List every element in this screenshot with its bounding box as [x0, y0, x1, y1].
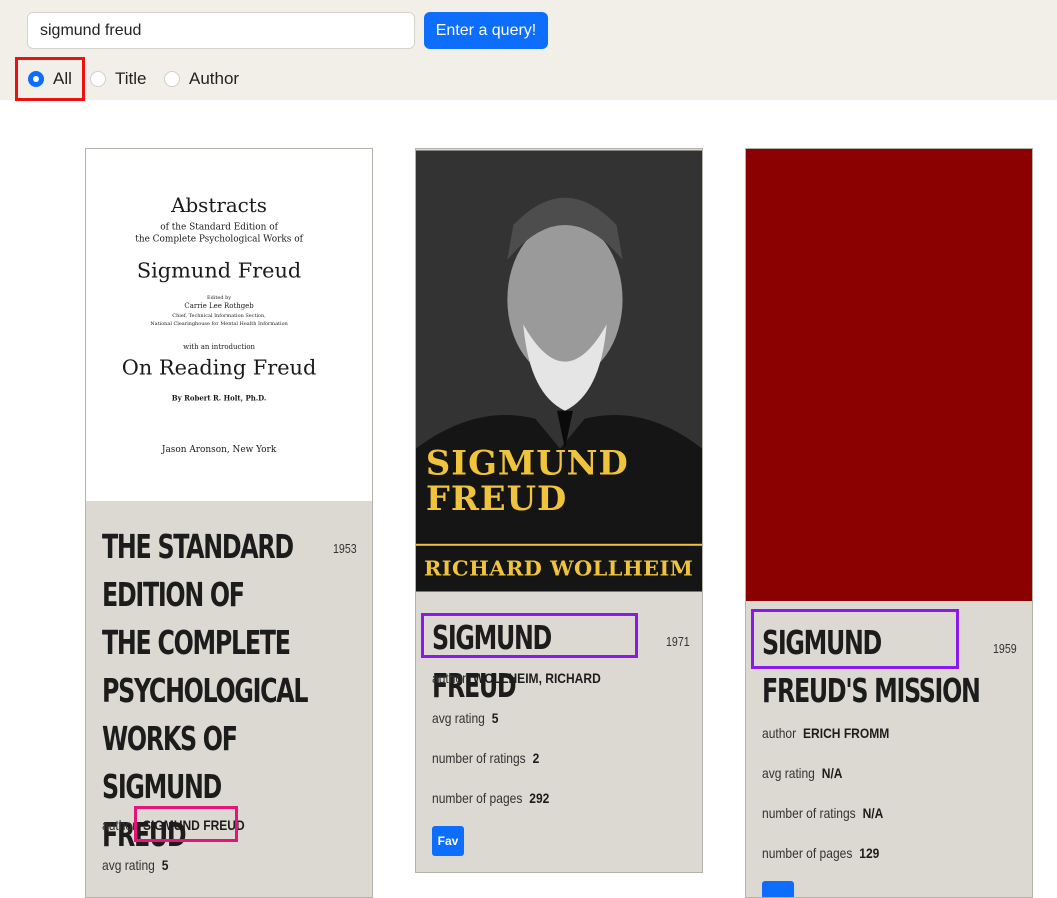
cover-text: Abstracts: [170, 194, 267, 217]
radio-all-checked-icon[interactable]: [28, 71, 44, 87]
radio-title-icon[interactable]: [90, 71, 106, 87]
author-label: author: [432, 670, 467, 686]
cover-text: By Robert R. Holt, Ph.D.: [172, 393, 267, 402]
title-highlight-box: [751, 609, 959, 669]
cover-text: Jason Aronson, New York: [161, 445, 277, 455]
radio-all[interactable]: All: [15, 57, 85, 101]
cover-text: Chief, Technical Information Section,: [172, 313, 266, 319]
rating-value: 5: [161, 857, 169, 873]
ratings-count-label: number of ratings: [762, 805, 856, 821]
book-cover-image: Abstracts of the Standard Edition of the…: [86, 149, 372, 501]
ratings-count-label: number of ratings: [432, 750, 526, 766]
book-card: Sigmund Freud's Mission 1959 author ERICH…: [745, 148, 1033, 898]
radio-author-icon[interactable]: [164, 71, 180, 87]
ratings-count-value: 2: [532, 750, 540, 766]
author-highlight-box: [134, 806, 238, 842]
author-value: ERICH FROMM: [803, 725, 890, 741]
cover-text: of the Standard Edition of: [160, 223, 278, 233]
fav-button[interactable]: Fav: [432, 826, 464, 856]
book-cover-image: [746, 149, 1032, 601]
book-pages-row: number of pages 292: [432, 790, 549, 806]
radio-all-label: All: [53, 69, 72, 88]
cover-text: the Complete Psychological Works of: [135, 235, 303, 245]
cover-text: FREUD: [426, 478, 567, 518]
pages-label: number of pages: [432, 790, 523, 806]
book-year: 1959: [993, 641, 1017, 656]
radio-title[interactable]: Title: [90, 60, 147, 98]
cover-text: SIGMUND: [426, 442, 629, 482]
radio-author-label: Author: [189, 69, 240, 88]
book-rating-row: avg rating N/A: [762, 765, 843, 781]
pages-label: number of pages: [762, 845, 853, 861]
radio-author[interactable]: Author: [164, 60, 239, 98]
rating-label: avg rating: [762, 765, 815, 781]
cover-text: Carrie Lee Rothgeb: [184, 302, 254, 310]
cover-text: On Reading Freud: [122, 356, 317, 380]
book-rating-row: avg rating 5: [432, 710, 498, 726]
cover-text: with an introduction: [183, 343, 255, 351]
search-button[interactable]: Enter a query!: [424, 12, 548, 49]
rating-label: avg rating: [102, 857, 155, 873]
cover-text: National Clearinghouse for Mental Health…: [150, 321, 288, 327]
book-year: 1953: [333, 541, 357, 556]
book-ratings-count-row: number of ratings N/A: [762, 805, 883, 821]
book-card: Abstracts of the Standard Edition of the…: [85, 148, 373, 898]
rating-value: N/A: [821, 765, 843, 781]
book-rating-row: avg rating 5: [102, 857, 168, 873]
title-highlight-box: [421, 613, 638, 658]
book-card: SIGMUND FREUD RICHARD WOLLHEIM Sigmund F…: [415, 148, 703, 873]
ratings-count-value: N/A: [862, 805, 884, 821]
search-bar: Enter a query! All Title Author: [0, 0, 1057, 101]
pages-value: 129: [859, 845, 880, 861]
book-author-row: author WOLLHEIM, RICHARD: [432, 670, 601, 686]
book-year: 1971: [666, 634, 690, 649]
author-label: author: [102, 817, 137, 833]
cover-text: RICHARD WOLLHEIM: [424, 556, 693, 581]
book-cover-image: SIGMUND FREUD RICHARD WOLLHEIM: [416, 150, 702, 592]
author-label: author: [762, 725, 797, 741]
radio-title-label: Title: [115, 69, 147, 88]
cover-text: Edited by: [207, 295, 231, 301]
author-value: WOLLHEIM, RICHARD: [473, 670, 601, 686]
pages-value: 292: [529, 790, 550, 806]
fav-button[interactable]: [762, 881, 794, 897]
book-author-row: author ERICH FROMM: [762, 725, 889, 741]
search-input[interactable]: [27, 12, 415, 49]
rating-value: 5: [491, 710, 499, 726]
rating-label: avg rating: [432, 710, 485, 726]
cover-text: Sigmund Freud: [137, 258, 301, 282]
book-pages-row: number of pages 129: [762, 845, 879, 861]
book-ratings-count-row: number of ratings 2: [432, 750, 539, 766]
